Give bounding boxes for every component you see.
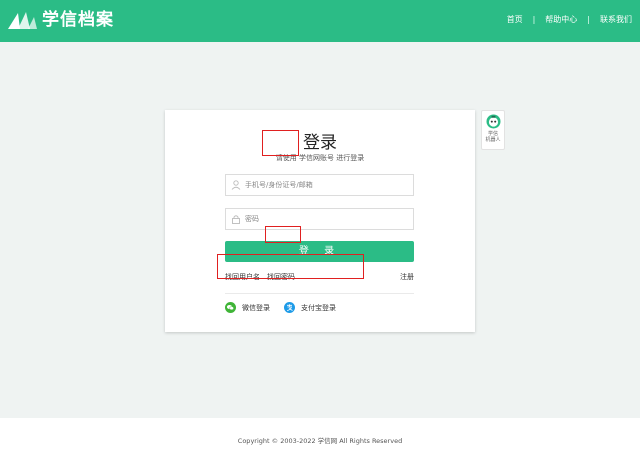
main-area: 登录 请使用 学信网账号 进行登录 登 录 找回用户名 找回密码 注册 (0, 42, 640, 418)
logo-icon (8, 12, 37, 29)
top-nav: 首页 | 帮助中心 | 联系我们 (507, 14, 632, 25)
wechat-icon (225, 302, 236, 313)
robot-icon (486, 114, 500, 129)
login-subtitle: 请使用 学信网账号 进行登录 (275, 154, 365, 162)
divider (225, 293, 414, 294)
nav-contact[interactable]: 联系我们 (600, 14, 632, 25)
register-link[interactable]: 注册 (400, 272, 414, 282)
nav-separator: | (587, 15, 590, 24)
nav-help[interactable]: 帮助中心 (545, 14, 577, 25)
annotation-box-third-party (217, 254, 364, 279)
password-field[interactable] (225, 208, 414, 230)
robot-assistant[interactable]: 学信 机器人 (481, 110, 505, 150)
alipay-icon (284, 302, 295, 313)
wechat-login-label: 微信登录 (242, 303, 270, 312)
logo-text: 学信档案 (42, 10, 114, 30)
annotation-box-id-number (262, 130, 299, 156)
alipay-login-button[interactable]: 支付宝登录 (284, 302, 336, 313)
username-field[interactable] (225, 174, 414, 196)
username-input[interactable] (245, 181, 405, 189)
copyright: Copyright © 2003-2022 学信网 All Rights Res… (237, 437, 403, 445)
robot-label-line2: 机器人 (485, 137, 501, 143)
logo[interactable]: 学信档案 (6, 9, 114, 31)
third-party-login: 微信登录 支付宝登录 (225, 302, 336, 313)
nav-separator: | (532, 15, 536, 24)
footer: Copyright © 2003-2022 学信网 All Rights Res… (0, 418, 640, 460)
header: 学信档案 首页 | 帮助中心 | 联系我们 (0, 0, 640, 42)
annotation-box-find-password (265, 226, 301, 243)
page-title: 登录 (303, 133, 337, 153)
lock-icon (232, 215, 240, 224)
login-card: 登录 请使用 学信网账号 进行登录 登 录 找回用户名 找回密码 注册 (165, 110, 475, 332)
nav-home[interactable]: 首页 (507, 14, 523, 25)
user-icon (231, 180, 241, 190)
wechat-login-button[interactable]: 微信登录 (225, 302, 270, 313)
alipay-login-label: 支付宝登录 (301, 303, 336, 312)
password-input[interactable] (245, 215, 405, 223)
